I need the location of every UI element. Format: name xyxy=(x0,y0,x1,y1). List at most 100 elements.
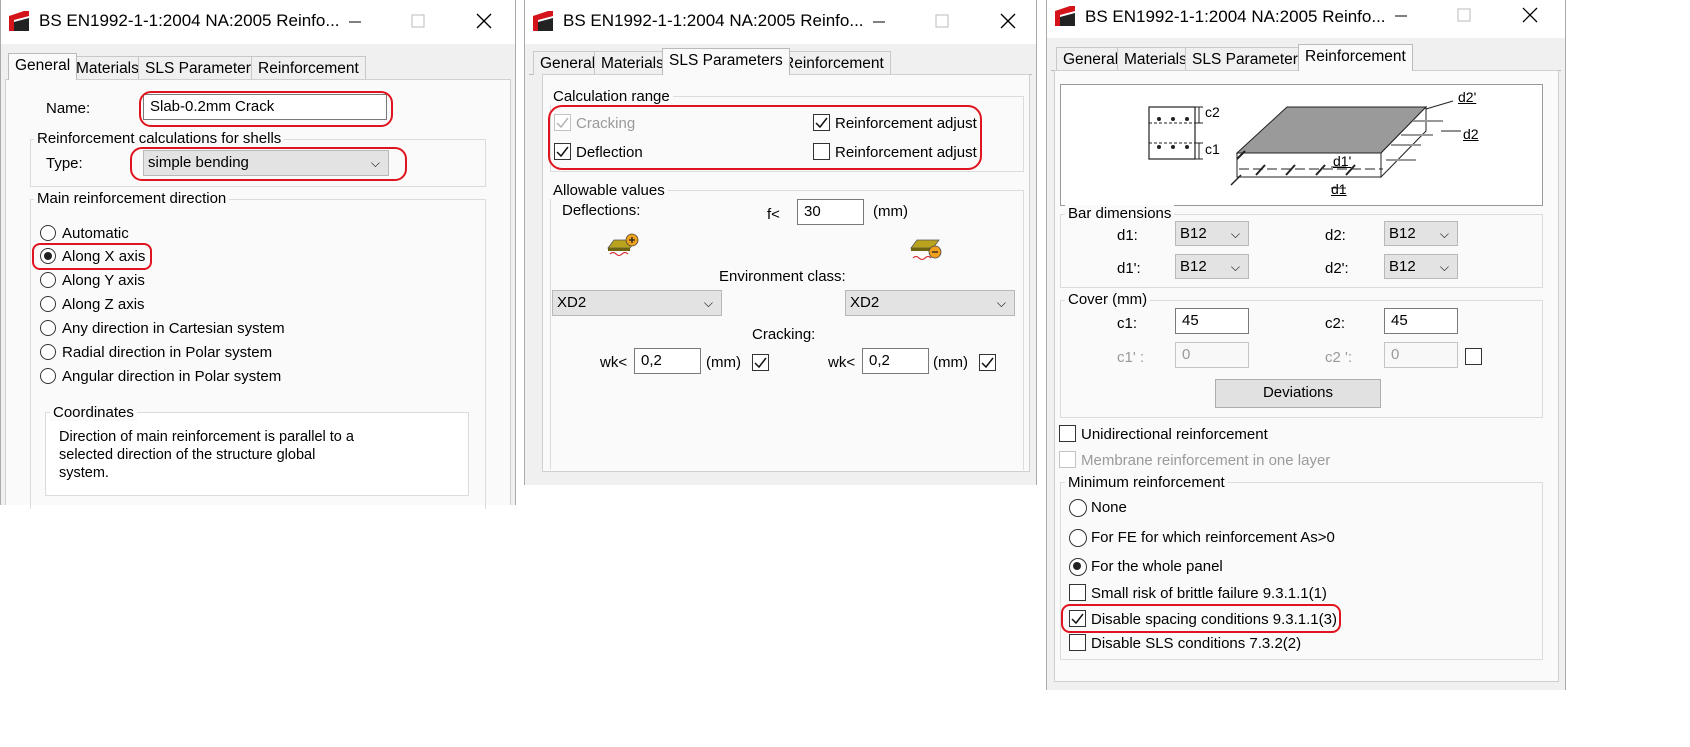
tab-reinforcement[interactable]: Reinforcement xyxy=(1298,44,1413,71)
close-button[interactable] xyxy=(471,8,497,34)
d1p-label: d1': xyxy=(1117,260,1141,277)
tab-reinforcement[interactable]: Reinforcement xyxy=(251,56,366,80)
general-panel: Name: Slab-0.2mm Crack Reinforcement cal… xyxy=(5,79,511,509)
title-bar[interactable]: BS EN1992-1-1:2004 NA:2005 Reinfo... xyxy=(1047,0,1565,38)
f-input[interactable]: 30 xyxy=(797,199,864,225)
checkbox-reinf-adjust-2-label: Reinforcement adjust xyxy=(835,144,977,161)
coordinates-text-line-3: system. xyxy=(59,465,109,481)
radio-min-fe-label: For FE for which reinforcement As>0 xyxy=(1091,529,1335,546)
reinforcement-panel: c2 c1 d2' d2 d1' d1 Bar dimensions d1: B… xyxy=(1054,70,1559,682)
minimize-button[interactable] xyxy=(865,8,891,34)
radio-angular-polar-label: Angular direction in Polar system xyxy=(62,368,282,385)
c2p-label: c2 ': xyxy=(1325,349,1353,366)
d2-select[interactable]: B12 ⌵ xyxy=(1384,221,1458,246)
d1-select[interactable]: B12 ⌵ xyxy=(1175,221,1249,246)
tab-general[interactable]: General xyxy=(1056,47,1126,71)
radio-automatic[interactable] xyxy=(40,225,56,241)
wk-left-input[interactable]: 0,2 xyxy=(634,348,701,374)
radio-along-z[interactable] xyxy=(40,296,56,312)
window-title: BS EN1992-1-1:2004 NA:2005 Reinfo... xyxy=(39,11,340,30)
checkbox-deflection[interactable] xyxy=(554,143,571,160)
diagram-label-d2: d2 xyxy=(1463,126,1479,142)
radio-along-x[interactable] xyxy=(40,248,56,264)
radio-min-whole-panel[interactable] xyxy=(1069,558,1087,576)
maximize-button[interactable] xyxy=(929,8,955,34)
environment-class-label: Environment class: xyxy=(719,268,846,285)
environment-left-select[interactable]: XD2 ⌵ xyxy=(552,290,722,316)
tab-sls-parameters[interactable]: SLS Parameters xyxy=(1185,47,1313,71)
tab-materials[interactable]: Materials xyxy=(1117,47,1194,71)
wk-left-label: wk< xyxy=(600,354,628,371)
chevron-down-icon: ⌵ xyxy=(996,296,1006,310)
maximize-button[interactable] xyxy=(1451,2,1477,28)
checkbox-disable-spacing[interactable] xyxy=(1069,610,1086,627)
window-title: BS EN1992-1-1:2004 NA:2005 Reinfo... xyxy=(563,11,864,30)
checkbox-membrane[interactable] xyxy=(1059,451,1076,468)
app-icon xyxy=(1054,5,1076,27)
radio-min-fe[interactable] xyxy=(1069,529,1087,547)
radio-radial-polar[interactable] xyxy=(40,344,56,360)
checkbox-wk-right[interactable] xyxy=(979,354,996,371)
name-input[interactable]: Slab-0.2mm Crack xyxy=(143,94,387,120)
check-icon xyxy=(556,117,569,129)
environment-right-select[interactable]: XD2 ⌵ xyxy=(845,290,1015,316)
wk-right-input[interactable]: 0,2 xyxy=(862,348,929,374)
maximize-button[interactable] xyxy=(405,8,431,34)
tab-materials[interactable]: Materials xyxy=(69,56,146,80)
d2p-select[interactable]: B12 ⌵ xyxy=(1384,254,1458,279)
checkbox-wk-left[interactable] xyxy=(752,354,769,371)
title-bar[interactable]: BS EN1992-1-1:2004 NA:2005 Reinfo... xyxy=(525,0,1036,44)
range-group-label: Calculation range xyxy=(550,88,673,105)
tab-general[interactable]: General xyxy=(8,53,78,80)
checkbox-unidirectional[interactable] xyxy=(1059,425,1076,442)
tab-sls-parameters[interactable]: SLS Parameters xyxy=(662,48,790,75)
c1-input[interactable]: 45 xyxy=(1175,308,1249,334)
d2p-value: B12 xyxy=(1389,258,1416,275)
minimize-button[interactable] xyxy=(1387,2,1413,28)
title-bar[interactable]: BS EN1992-1-1:2004 NA:2005 Reinfo... xyxy=(1,0,515,44)
checkbox-cracking[interactable] xyxy=(554,114,571,131)
radio-along-y[interactable] xyxy=(40,272,56,288)
f-unit: (mm) xyxy=(873,203,908,220)
f-label: f< xyxy=(767,206,780,223)
tab-reinforcement[interactable]: Reinforcement xyxy=(776,51,891,75)
c2-input[interactable]: 45 xyxy=(1384,308,1458,334)
checkbox-disable-sls-label: Disable SLS conditions 7.3.2(2) xyxy=(1091,635,1302,652)
diagram-label-d1p: d1' xyxy=(1333,153,1352,169)
checkbox-reinf-adjust-1[interactable] xyxy=(813,114,830,131)
bar-dimensions-label: Bar dimensions xyxy=(1065,205,1175,222)
tab-general[interactable]: General xyxy=(533,51,603,75)
checkbox-cracking-label: Cracking xyxy=(576,115,636,132)
dialog-sls-parameters: BS EN1992-1-1:2004 NA:2005 Reinfo... Gen… xyxy=(524,0,1037,485)
shells-group-label: Reinforcement calculations for shells xyxy=(34,130,285,147)
cover-group-label: Cover (mm) xyxy=(1065,291,1151,308)
checkbox-brittle-failure[interactable] xyxy=(1069,584,1086,601)
c2p-input[interactable]: 0 xyxy=(1384,342,1458,368)
c1p-input[interactable]: 0 xyxy=(1175,342,1249,368)
radio-min-none[interactable] xyxy=(1069,499,1087,517)
wk-right-label: wk< xyxy=(828,354,856,371)
close-button[interactable] xyxy=(1517,2,1543,28)
deflections-label: Deflections: xyxy=(562,202,641,219)
checkbox-reinf-adjust-2[interactable] xyxy=(813,143,830,160)
tab-sls-parameters[interactable]: SLS Parameters xyxy=(138,56,266,80)
chevron-down-icon: ⌵ xyxy=(1439,260,1449,274)
deviations-button[interactable]: Deviations xyxy=(1215,379,1381,408)
radio-cartesian[interactable] xyxy=(40,320,56,336)
minimize-button[interactable] xyxy=(341,8,367,34)
close-button[interactable] xyxy=(995,8,1021,34)
type-label: Type: xyxy=(46,155,83,172)
d2-label: d2: xyxy=(1325,227,1346,244)
checkbox-disable-sls[interactable] xyxy=(1069,634,1086,651)
d1p-select[interactable]: B12 ⌵ xyxy=(1175,254,1249,279)
chevron-down-icon: ⌵ xyxy=(1230,227,1240,241)
environment-left-value: XD2 xyxy=(557,294,587,311)
type-select[interactable]: simple bending ⌵ xyxy=(143,150,389,176)
tab-materials[interactable]: Materials xyxy=(594,51,671,75)
checkbox-unidirectional-label: Unidirectional reinforcement xyxy=(1081,426,1268,443)
diagram-label-c2: c2 xyxy=(1205,104,1220,120)
check-icon xyxy=(1071,613,1084,625)
c2-label: c2: xyxy=(1325,315,1346,332)
radio-angular-polar[interactable] xyxy=(40,368,56,384)
checkbox-c2p[interactable] xyxy=(1465,348,1482,365)
